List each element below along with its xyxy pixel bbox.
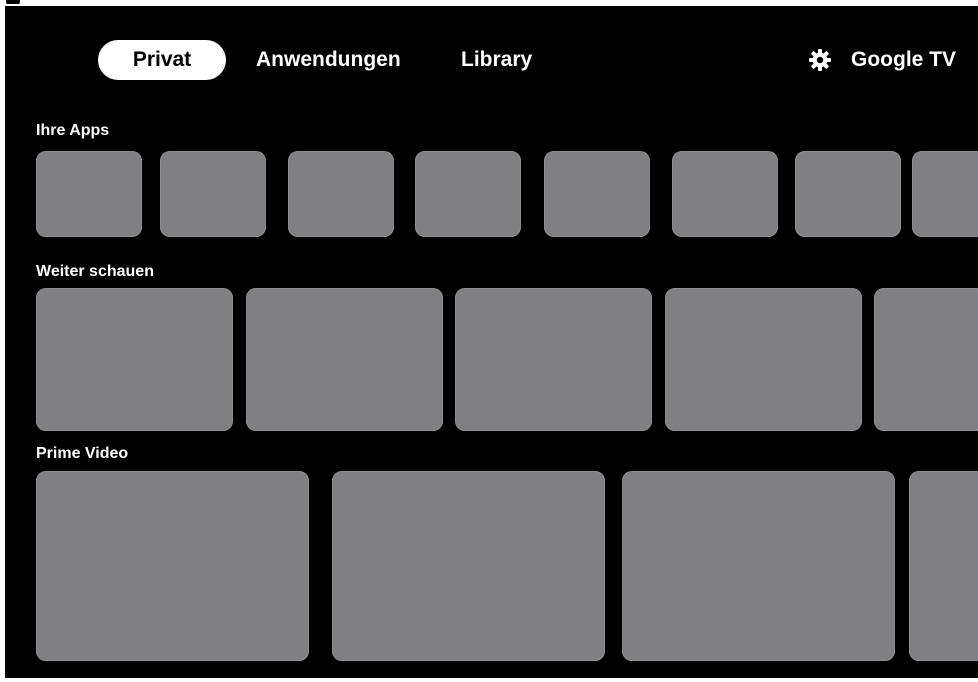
app-card[interactable]	[795, 151, 901, 237]
app-card[interactable]	[36, 151, 142, 237]
continue-watching-card[interactable]	[874, 288, 978, 431]
app-card[interactable]	[672, 151, 778, 237]
continue-watching-card[interactable]	[665, 288, 862, 431]
app-card[interactable]	[160, 151, 266, 237]
top-caption	[0, 0, 978, 4]
row-title-prime-video: Prime Video	[36, 445, 129, 462]
tab-library[interactable]: Library	[461, 40, 532, 80]
continue-watching-card[interactable]	[455, 288, 652, 431]
app-card[interactable]	[544, 151, 650, 237]
row-title-ihre-apps: Ihre Apps	[36, 122, 110, 139]
app-card[interactable]	[415, 151, 521, 237]
tab-privat[interactable]: Privat	[98, 40, 226, 80]
prime-video-card[interactable]	[909, 471, 978, 661]
circle-marker-icon	[6, 0, 20, 4]
tv-screen: Privat Anwendungen Library Google TV Ihr…	[5, 6, 978, 678]
prime-video-card[interactable]	[36, 471, 309, 661]
top-navigation: Privat Anwendungen Library Google TV	[5, 6, 978, 106]
google-tv-label: Google TV	[851, 48, 956, 71]
gear-icon[interactable]	[808, 48, 832, 72]
prime-video-card[interactable]	[622, 471, 895, 661]
continue-watching-card[interactable]	[36, 288, 233, 431]
continue-watching-card[interactable]	[246, 288, 443, 431]
row-title-weiter-schauen: Weiter schauen	[36, 263, 154, 280]
prime-video-card[interactable]	[332, 471, 605, 661]
app-card[interactable]	[912, 151, 978, 237]
app-card[interactable]	[288, 151, 394, 237]
tab-anwendungen[interactable]: Anwendungen	[256, 40, 401, 80]
